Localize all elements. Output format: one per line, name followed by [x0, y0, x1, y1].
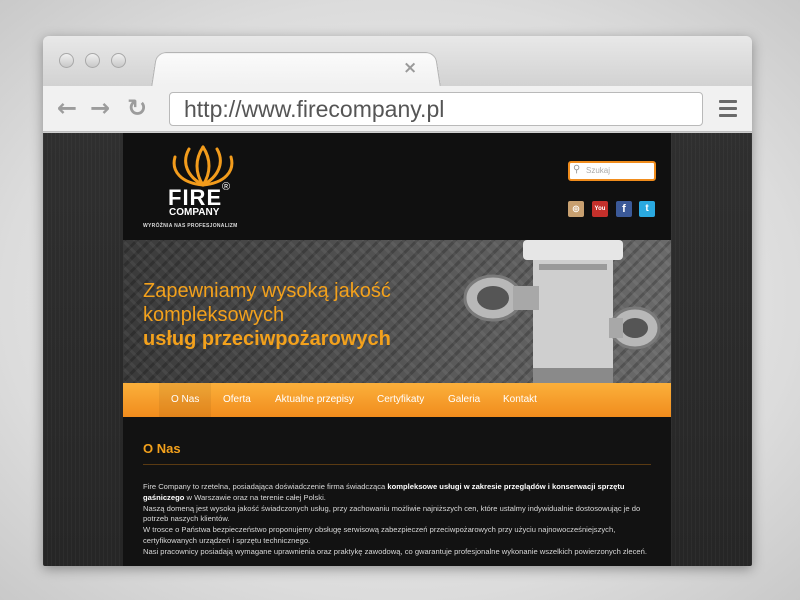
nav-item-kontakt[interactable]: Kontakt: [491, 383, 549, 417]
brand-tagline: WYRÓŻNIA NAS PROFESJONALIZM: [143, 223, 238, 229]
title-bar: ×: [43, 36, 752, 88]
search-input[interactable]: ⚲ Szukaj: [568, 161, 656, 181]
site-header: FIRE ® COMPANY WYRÓŻNIA NAS PROFESJONALI…: [123, 133, 671, 240]
twitter-icon[interactable]: t: [639, 201, 655, 217]
hamburger-menu-icon[interactable]: [719, 100, 737, 118]
website: FIRE ® COMPANY WYRÓŻNIA NAS PROFESJONALI…: [123, 133, 671, 566]
search-placeholder: Szukaj: [586, 166, 611, 175]
page-viewport: FIRE ® COMPANY WYRÓŻNIA NAS PROFESJONALI…: [43, 133, 752, 566]
nav-item-o-nas[interactable]: O Nas: [159, 383, 212, 417]
paragraph-4-text: Nasi pracownicy posiadają wymagane upraw…: [143, 546, 647, 556]
fire-hydrant-image: [463, 240, 661, 383]
paragraph-1-end: w Warszawie oraz na terenie całej Polski…: [184, 492, 326, 502]
rss-icon[interactable]: ◎: [568, 201, 584, 217]
close-window-button[interactable]: [59, 53, 74, 68]
minimize-window-button[interactable]: [85, 53, 100, 68]
registered-mark: ®: [222, 181, 231, 193]
hero-line-3: usług przeciwpożarowych: [143, 328, 391, 350]
hero-banner: Zapewniamy wysoką jakość kompleksowych u…: [123, 240, 671, 383]
maximize-window-button[interactable]: [111, 53, 126, 68]
section-divider: [143, 464, 651, 465]
browser-window: × ← → ↻ http://www.firecompany.pl FIRE ®…: [43, 36, 752, 566]
paragraph-3-text: W trosce o Państwa bezpieczeństwo propon…: [143, 525, 616, 545]
facebook-icon[interactable]: f: [616, 201, 632, 217]
section-title: O Nas: [143, 441, 181, 456]
browser-toolbar: ← → ↻ http://www.firecompany.pl: [43, 86, 752, 132]
hero-line-1: Zapewniamy wysoką jakość: [143, 280, 391, 302]
back-arrow-icon[interactable]: ←: [57, 94, 77, 122]
browser-tab[interactable]: [151, 52, 441, 88]
tab-close-icon[interactable]: ×: [403, 58, 417, 78]
forward-arrow-icon[interactable]: →: [90, 94, 110, 122]
nav-item-galeria[interactable]: Galeria: [436, 383, 492, 417]
reload-icon[interactable]: ↻: [127, 94, 147, 122]
paragraph-2-text: Naszą domeną jest wysoka jakość świadczo…: [143, 503, 641, 524]
hero-line-2: kompleksowych: [143, 304, 285, 326]
search-icon: ⚲: [573, 164, 581, 175]
nav-item-aktualne-przepisy[interactable]: Aktualne przepisy: [263, 383, 366, 417]
address-bar[interactable]: http://www.firecompany.pl: [169, 92, 703, 126]
content-section: O Nas Fire Company to rzetelna, posiadaj…: [123, 417, 671, 566]
nav-item-certyfikaty[interactable]: Certyfikaty: [365, 383, 436, 417]
youtube-icon[interactable]: You: [592, 201, 608, 217]
brand-sub: COMPANY: [169, 207, 220, 218]
nav-item-oferta[interactable]: Oferta: [211, 383, 263, 417]
paragraph-1-text: Fire Company to rzetelna, posiadająca do…: [143, 482, 388, 491]
section-body: Fire Company to rzetelna, posiadająca do…: [143, 482, 651, 558]
main-navigation: O Nas Oferta Aktualne przepisy Certyfika…: [123, 383, 671, 417]
